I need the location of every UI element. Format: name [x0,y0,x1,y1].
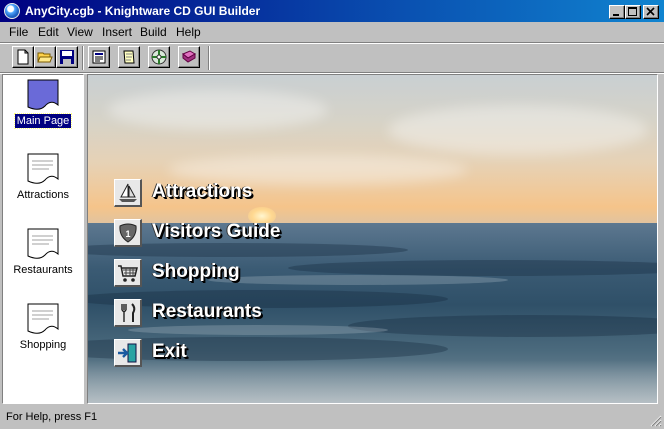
help-book-icon [182,50,196,63]
nav-label: Exit [152,341,187,362]
page-properties-icon [92,50,106,64]
page-item-shopping[interactable]: Shopping [3,301,83,371]
save-button[interactable] [56,46,78,68]
maximize-icon [628,7,637,16]
page-label: Attractions [17,189,69,201]
close-icon [646,7,655,16]
page-icon [27,303,59,334]
title-bar[interactable]: AnyCity.cgb - Knightware CD GUI Builder [0,0,664,22]
cd-app-icon[interactable] [4,3,20,19]
svg-text:1: 1 [125,229,130,239]
menu-bar: File Edit View Insert Build Help [0,22,664,42]
resize-grip-icon[interactable] [648,413,662,427]
cloud-shape [388,105,648,155]
exit-door-icon [114,339,142,367]
menu-build[interactable]: Build [140,25,167,39]
notes-icon [123,50,135,64]
new-file-button[interactable] [12,46,34,68]
new-file-icon [17,49,29,65]
page-list-panel: Main Page Attractions Restaurants Shoppi… [2,74,84,404]
minimize-icon [613,14,619,16]
page-icon [27,153,59,184]
app-window: AnyCity.cgb - Knightware CD GUI Builder … [0,0,664,429]
page-label: Main Page [13,113,73,129]
notes-button[interactable] [118,46,140,68]
menu-file[interactable]: File [9,25,28,39]
nav-button-restaurants[interactable]: Restaurants [114,298,414,328]
open-folder-icon [37,52,53,63]
nav-button-shopping[interactable]: Shopping [114,258,414,288]
maximize-button[interactable] [625,5,641,19]
toolbar-divider [82,46,84,70]
nav-label: Attractions [152,181,253,202]
interstate-sign-icon: 1 [114,219,142,247]
toolbar [0,44,664,72]
shopping-cart-icon [114,259,142,287]
nav-button-visitors-guide[interactable]: 1 Visitors Guide [114,218,414,248]
save-disk-icon [60,50,74,64]
cd-build-icon [151,49,167,65]
design-canvas[interactable]: Attractions 1 Visitors Guide Shopping Re… [87,74,658,404]
nav-label: Shopping [152,261,240,282]
toolbar-divider [208,46,210,70]
menu-view[interactable]: View [67,25,93,39]
page-item-restaurants[interactable]: Restaurants [3,226,83,296]
menu-edit[interactable]: Edit [38,25,59,39]
page-icon [27,228,59,259]
fork-knife-icon [114,299,142,327]
open-button[interactable] [34,46,56,68]
menu-help[interactable]: Help [176,25,201,39]
nav-button-exit[interactable]: Exit [114,338,414,368]
menu-insert[interactable]: Insert [102,25,132,39]
page-icon [27,79,59,110]
status-text: For Help, press F1 [6,411,98,423]
nav-label: Visitors Guide [152,221,281,242]
cloud-shape [108,90,328,130]
help-book-button[interactable] [178,46,200,68]
close-button[interactable] [643,5,659,19]
sailboat-icon [114,179,142,207]
minimize-button[interactable] [609,5,625,19]
window-title: AnyCity.cgb - Knightware CD GUI Builder [25,4,261,18]
page-item-attractions[interactable]: Attractions [3,151,83,221]
page-properties-button[interactable] [88,46,110,68]
status-bar: For Help, press F1 [0,407,664,429]
nav-label: Restaurants [152,301,262,322]
page-label: Restaurants [13,264,73,276]
page-label: Shopping [19,339,67,351]
nav-button-attractions[interactable]: Attractions [114,178,414,208]
page-item-main-page[interactable]: Main Page [3,77,83,147]
cd-build-button[interactable] [148,46,170,68]
